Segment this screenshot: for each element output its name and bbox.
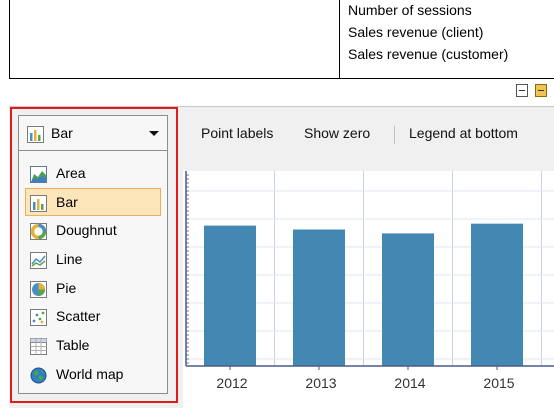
bar-chart-icon [30,194,47,212]
chart-type-option-area[interactable]: Area [25,159,161,188]
chart-type-option-table[interactable]: Table [25,331,161,360]
x-tick-label: 2014 [394,375,425,391]
show-zero-toggle[interactable]: Show zero [304,125,370,141]
chart-type-option-doughnut[interactable]: Doughnut [25,216,161,245]
line-chart-icon [30,251,47,270]
restore-button[interactable] [535,84,547,97]
chart-type-option-pie[interactable]: Pie [25,274,161,303]
table-column-divider [339,0,340,78]
chart-type-option-label: Bar [56,193,78,210]
chart-type-option-label: Area [56,165,86,181]
bar-chart-icon [27,126,44,146]
chart-type-option-line[interactable]: Line [25,245,161,274]
chart-type-list: Area Bar Doughnut Line Pie Scatter Table… [18,151,168,394]
chart-type-option-scatter[interactable]: Scatter [25,302,161,331]
legend-at-bottom-toggle[interactable]: Legend at bottom [409,125,518,141]
x-tick-label: 2012 [216,375,247,391]
doughnut-chart-icon [30,222,47,241]
chart-type-option-label: Line [56,251,83,268]
scatter-chart-icon [30,308,47,327]
chevron-down-icon[interactable] [149,131,159,136]
chart-type-option-world-map[interactable]: World map [25,360,161,389]
measure-list: Number of sessions Sales revenue (client… [348,0,508,66]
pie-chart-icon [30,280,47,298]
chart-type-option-bar[interactable]: Bar [25,187,161,217]
point-labels-toggle[interactable]: Point labels [201,125,273,141]
measure-item[interactable]: Sales revenue (client) [348,22,508,44]
minimize-button[interactable] [516,84,528,97]
toolbar-separator [394,126,395,144]
area-chart-icon [30,165,47,183]
bar-2014 [382,233,434,366]
chart-type-dropdown: Bar Area Bar Doughnut Line Pie Scatter T… [10,107,178,403]
x-tick-label: 2013 [305,375,336,391]
bar-2015 [471,223,523,366]
chart-type-option-label: Table [56,337,90,354]
chart-type-option-label: World map [56,365,124,382]
bar-2012 [204,225,256,366]
chart-type-select[interactable]: Bar [18,115,168,151]
x-tick-label: 2015 [483,375,514,391]
globe-icon [30,366,47,384]
chart-type-option-label: Scatter [56,308,101,325]
chart-type-selected-label: Bar [51,125,73,141]
table-icon [30,337,47,356]
bar-chart: €€€€€€€2012201320142015 [185,171,554,391]
measure-item[interactable]: Number of sessions [348,0,508,22]
chart-plot-area: €€€€€€€2012201320142015 [183,171,554,408]
measure-item[interactable]: Sales revenue (customer) [348,44,508,66]
measures-table: Number of sessions Sales revenue (client… [9,0,554,79]
chart-type-option-label: Pie [56,279,77,296]
bar-2013 [293,229,345,366]
chart-type-option-label: Doughnut [56,222,117,239]
chart-options-toolbar: Point labels Show zero Legend at bottom [180,108,554,162]
